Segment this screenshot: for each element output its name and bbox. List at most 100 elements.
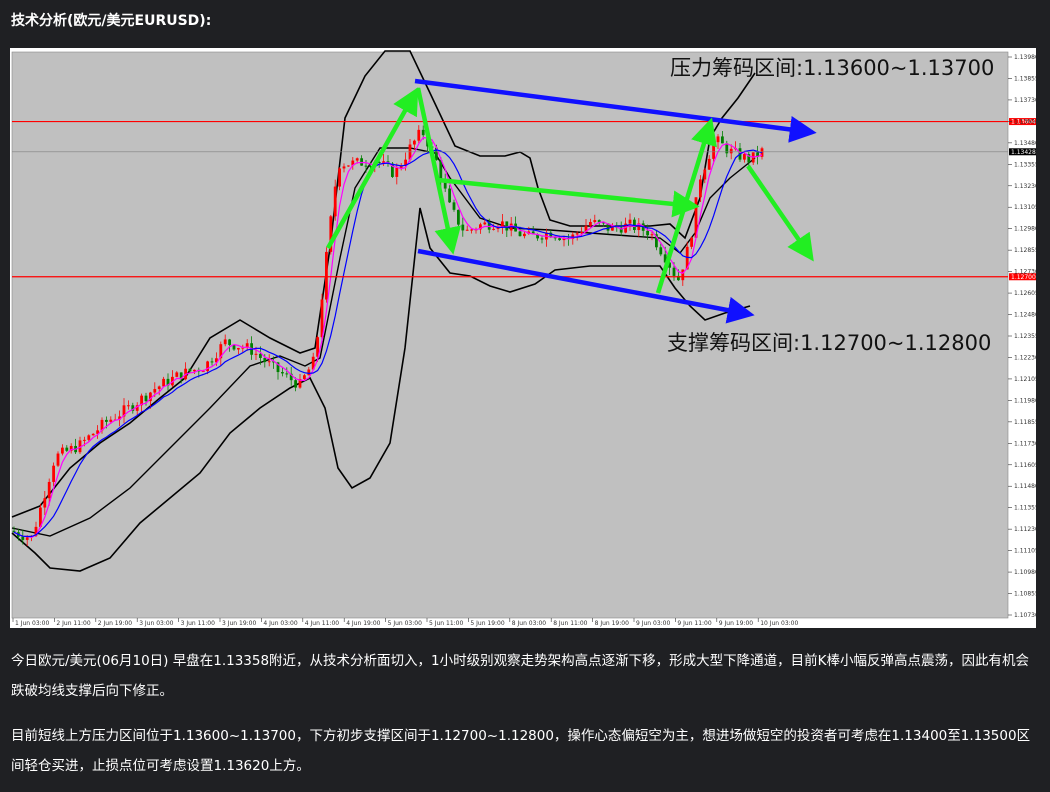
candle-body (237, 348, 240, 350)
time-tick-label: 10 Jun 03:00 (760, 620, 798, 627)
analysis-paragraph-2: 目前短线上方压力区间位于1.13600~1.13700，下方初步支撑区间于1.1… (11, 728, 1031, 774)
candle-body (492, 228, 495, 230)
candle-body (650, 234, 654, 236)
page-title: 技术分析(欧元/美元EURUSD): (11, 13, 212, 29)
candle-body (558, 238, 561, 241)
analysis-paragraph-1: 今日欧元/美元(06月10日) 早盘在1.13358附近，从技术分析面切入，1小… (11, 653, 1029, 699)
price-tick-label: 1.12855 (1014, 247, 1036, 254)
candle-body (580, 231, 583, 234)
candle-body (505, 221, 509, 231)
candle-body (210, 361, 214, 363)
candle-body (83, 439, 86, 441)
candle-body (672, 267, 676, 276)
candle-body (395, 167, 399, 177)
candle-body (157, 386, 161, 390)
candle-body (448, 188, 451, 203)
price-tick-label: 1.11605 (1014, 462, 1036, 469)
candle-body (707, 158, 711, 170)
price-tick-label: 1.12730 (1014, 269, 1036, 276)
candle-body (162, 378, 165, 387)
candle-body (413, 140, 416, 145)
price-tick-label: 1.11355 (1014, 505, 1036, 512)
price-tick-label: 1.13855 (1014, 75, 1036, 82)
candle-body (109, 419, 113, 422)
price-tick-label: 1.11480 (1014, 483, 1036, 490)
candle-body (690, 237, 693, 247)
candle-body (355, 158, 359, 161)
candle-body (628, 219, 632, 224)
candle-body (729, 148, 733, 154)
candle-body (483, 222, 487, 225)
price-tick-label: 1.13355 (1014, 161, 1036, 168)
price-chart: 1.136041.134281.12700 1.139801.138551.13… (10, 48, 1036, 628)
candle-body (228, 339, 231, 345)
candle-body (267, 361, 271, 363)
price-tick-label: 1.12355 (1014, 333, 1036, 340)
candle-body (127, 405, 130, 407)
price-tick-label: 1.12980 (1014, 226, 1036, 233)
time-tick-label: 3 Jun 11:00 (181, 620, 215, 627)
candle-body (193, 369, 196, 372)
price-tick-label: 1.11230 (1014, 526, 1036, 533)
candle-body (699, 179, 702, 198)
current-price-tag: 1.13428 (1011, 149, 1036, 156)
price-tick-label: 1.13604 (1014, 119, 1036, 126)
candle-body (417, 129, 421, 141)
candle-body (294, 380, 297, 388)
candle-body (575, 233, 579, 235)
candle-body (457, 209, 460, 225)
time-tick-label: 5 Jun 03:00 (388, 620, 422, 627)
time-tick-label: 3 Jun 19:00 (222, 620, 256, 627)
candle-body (325, 251, 328, 300)
time-tick-label: 4 Jun 03:00 (263, 620, 297, 627)
price-tick-label: 1.12480 (1014, 312, 1036, 319)
time-tick-label: 2 Jun 11:00 (56, 620, 90, 627)
price-tick-label: 1.11730 (1014, 440, 1036, 447)
candle-body (153, 389, 157, 393)
candle-body (61, 447, 64, 454)
candle-body (254, 353, 258, 355)
candle-body (52, 465, 55, 482)
candle-body (523, 233, 526, 237)
candle-body (716, 136, 720, 143)
candle-body (285, 373, 289, 375)
candle-body (681, 269, 685, 281)
price-tick-label: 1.10730 (1014, 612, 1036, 619)
candle-body (347, 165, 350, 167)
price-tick-label: 1.13980 (1014, 54, 1036, 61)
time-tick-label: 4 Jun 19:00 (346, 620, 380, 627)
price-tick-label: 1.12605 (1014, 290, 1036, 297)
candle-body (342, 166, 346, 169)
price-tick-label: 1.13230 (1014, 183, 1036, 190)
candle-body (743, 154, 746, 160)
candle-body (307, 369, 311, 376)
candle-body (303, 375, 306, 380)
time-tick-label: 1 Jun 03:00 (15, 620, 49, 627)
candle-body (259, 353, 262, 358)
candle-body (21, 536, 25, 540)
candle-body (333, 186, 337, 217)
time-tick-label: 8 Jun 11:00 (553, 620, 587, 627)
candle-body (105, 419, 108, 422)
candle-body (175, 372, 179, 377)
time-tick-label: 8 Jun 03:00 (512, 620, 546, 627)
candle-body (646, 230, 649, 236)
candle-body (25, 537, 29, 540)
candle-body (659, 247, 663, 255)
candle-body (338, 168, 341, 187)
candle-body (518, 231, 522, 237)
candle-body (47, 481, 51, 499)
candle-body (461, 224, 465, 231)
price-tick-label: 1.12105 (1014, 376, 1036, 383)
resistance-zone-label: 压力筹码区间:1.13600~1.13700 (670, 56, 994, 80)
time-tick-label: 9 Jun 19:00 (719, 620, 753, 627)
price-tick-label: 1.10855 (1014, 591, 1036, 598)
candle-body (452, 202, 456, 210)
price-tick-label: 1.11105 (1014, 548, 1036, 555)
time-tick-label: 3 Jun 03:00 (139, 620, 173, 627)
time-tick-label: 8 Jun 19:00 (595, 620, 629, 627)
candle-body (56, 453, 60, 466)
price-tick-label: 1.13730 (1014, 97, 1036, 104)
candle-body (263, 357, 267, 363)
price-tick-label: 1.11855 (1014, 419, 1036, 426)
